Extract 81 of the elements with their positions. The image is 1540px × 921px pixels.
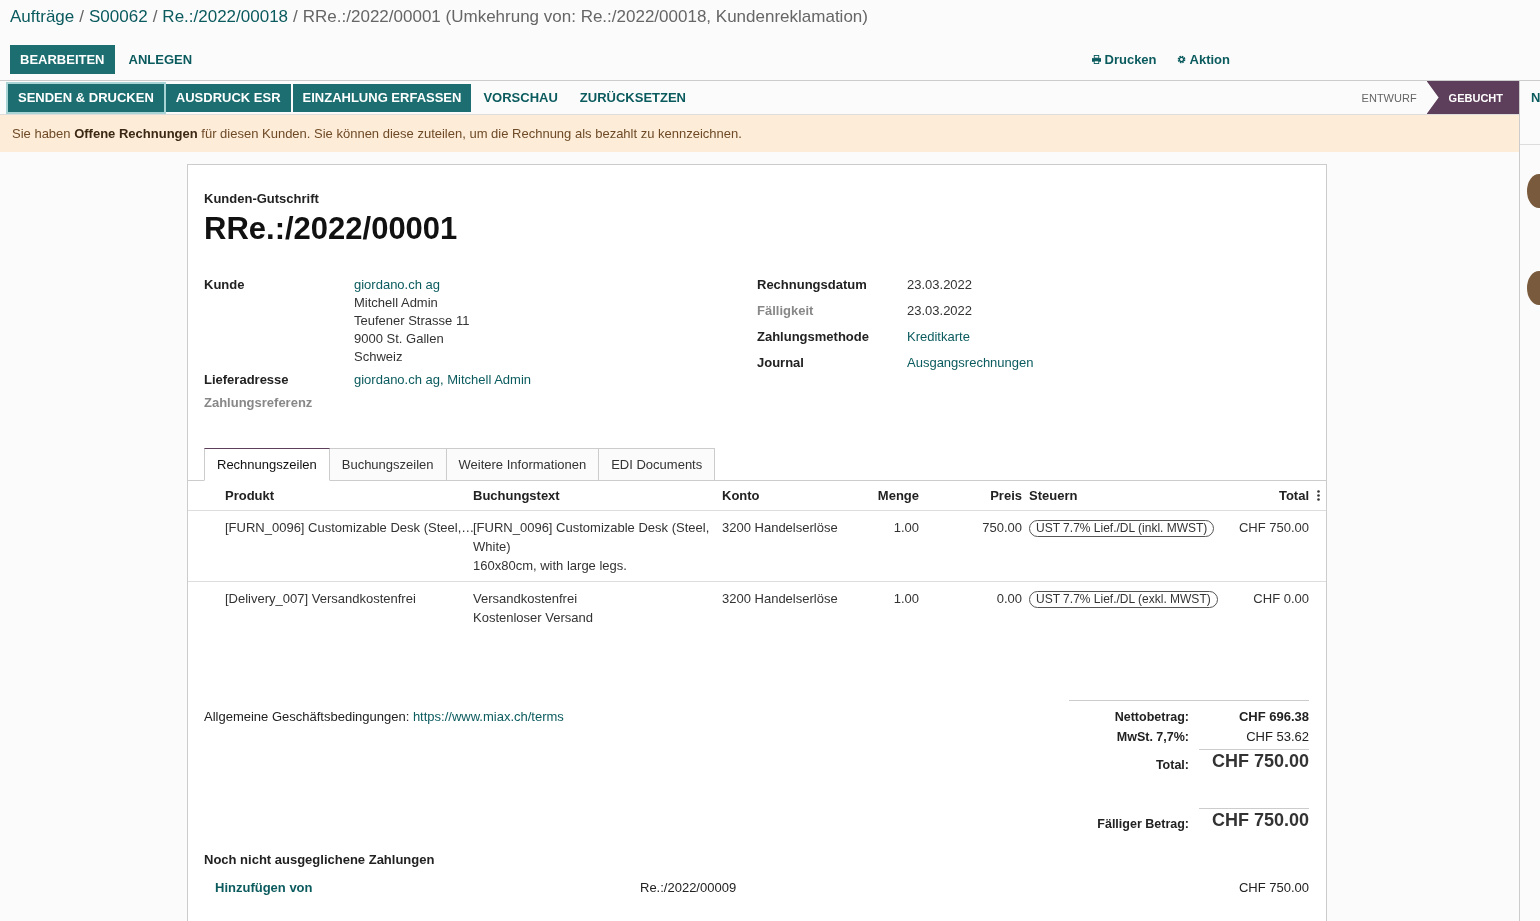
total-label: Total: <box>1154 758 1190 772</box>
table-cell-text: 1.00 <box>892 519 920 537</box>
table-cell-text: 3200 Handelserlöse <box>722 519 839 537</box>
field-value: Mitchell Admin <box>354 295 439 310</box>
create-button[interactable]: ANLEGEN <box>118 44 203 74</box>
breadcrumb-separator: / <box>293 7 298 27</box>
column-header[interactable]: Buchungstext <box>473 481 722 510</box>
payment-amount: CHF 750.00 <box>1237 880 1309 895</box>
terms-text: Allgemeine Geschäftsbedingungen: https://www.miax.ch/terms <box>204 709 564 724</box>
field-value: 23.03.2022 <box>907 303 973 318</box>
total-label: Fälliger Betrag: <box>1096 817 1190 831</box>
action-button[interactable]: EINZAHLUNG ERFASSEN <box>292 83 472 112</box>
table-cell-text: [FURN_0096] Customizable Desk (Steel,… <box>225 519 473 537</box>
add-link[interactable]: Hinzufügen von <box>215 880 640 895</box>
field-link[interactable]: giordano.ch ag <box>354 277 470 292</box>
field-value: Teufener Strasse 11 <box>354 313 470 328</box>
table-cell-text: 0.00 <box>995 590 1023 608</box>
field-link[interactable]: giordano.ch ag, Mitchell Admin <box>354 372 532 387</box>
tab[interactable]: Rechnungszeilen <box>204 448 330 481</box>
breadcrumb-separator: / <box>152 7 158 27</box>
column-header[interactable]: Konto <box>722 481 852 510</box>
section-title: Noch nicht ausgeglichene Zahlungen <box>203 852 436 867</box>
column-header[interactable]: Produkt <box>225 481 473 510</box>
breadcrumb-separator: / <box>79 7 84 27</box>
table-cell-text: Kostenloser Versand <box>473 609 594 627</box>
field-label: Journal <box>757 355 805 370</box>
breadcrumb-link[interactable]: Re.:/2022/00018 <box>162 7 289 27</box>
column-header[interactable]: Preis <box>925 481 1025 510</box>
table-cell-text: [Delivery_007] Versandkostenfrei <box>225 590 417 608</box>
total-value: CHF 696.38 <box>1237 709 1309 724</box>
table-cell-text: 160x80cm, with large legs. <box>473 557 628 575</box>
field-label: Zahlungsreferenz <box>204 395 314 410</box>
column-header[interactable]: Menge <box>852 481 925 510</box>
table-cell-text: CHF 750.00 <box>1237 519 1310 537</box>
kebab-icon[interactable] <box>1317 490 1320 501</box>
print-menu[interactable]: Drucken <box>1091 51 1157 67</box>
field-link[interactable]: Ausgangsrechnungen <box>907 355 1034 370</box>
field-value: 9000 St. Gallen <box>354 331 445 346</box>
action-button[interactable]: VORSCHAU <box>473 83 568 112</box>
gear-menu[interactable]: Aktion <box>1176 51 1230 67</box>
document-type: Kunden-Gutschrift <box>203 191 320 206</box>
status-step[interactable]: ENTWURF <box>1351 81 1427 114</box>
field-link[interactable]: Kreditkarte <box>907 329 970 344</box>
breadcrumb-link[interactable]: S00062 <box>89 7 148 27</box>
table-cell-text: [FURN_0096] Customizable Desk (Steel, White) <box>473 519 711 556</box>
document-number: RRe.:/2022/00001 <box>203 211 459 247</box>
total-value: CHF 53.62 <box>1245 729 1309 744</box>
tab[interactable]: EDI Documents <box>599 448 716 481</box>
action-button[interactable]: AUSDRUCK ESR <box>165 83 291 112</box>
field-label: Zahlungsmethode <box>757 329 870 344</box>
print-icon <box>1091 54 1101 64</box>
action-button[interactable]: ZURÜCKSETZEN <box>569 83 696 112</box>
field-label: Fälligkeit <box>757 303 815 318</box>
column-header[interactable]: Total <box>1215 481 1313 510</box>
action-button[interactable]: SENDEN & DRUCKEN <box>8 83 164 112</box>
terms-link[interactable]: https://www.miax.ch/terms <box>412 709 564 724</box>
edit-button[interactable]: BEARBEITEN <box>10 44 115 74</box>
tab[interactable]: Buchungszeilen <box>329 448 447 481</box>
field-label: Rechnungsdatum <box>757 277 868 292</box>
total-value: CHF 750.00 <box>1199 749 1309 772</box>
table-cell-text: Versandkostenfrei <box>473 590 579 608</box>
tab[interactable]: Weitere Informationen <box>446 448 600 481</box>
status-step[interactable]: GEBUCHT <box>1426 81 1519 114</box>
column-header[interactable]: Steuern <box>1025 481 1215 510</box>
table-cell-text: 750.00 <box>981 519 1023 537</box>
table-cell-text: 3200 Handelserlöse <box>722 590 839 608</box>
total-value: CHF 750.00 <box>1199 808 1309 831</box>
payment-reference: Re.:/2022/00009 <box>640 880 738 895</box>
page-title: RRe.:/2022/00001 (Umkehrung von: Re.:/2022/00018, Kundenreklamation) <box>302 7 868 27</box>
field-value: 23.03.2022 <box>907 277 973 292</box>
total-label: MwSt. 7,7%: <box>1115 730 1190 744</box>
total-label: Nettobetrag: <box>1113 710 1190 724</box>
field-label: Lieferadresse <box>204 372 290 387</box>
gear-icon <box>1176 54 1186 64</box>
breadcrumb-link[interactable]: Aufträge <box>10 7 75 27</box>
alert-message: Sie haben Offene Rechnungen für diesen Kunden. Sie können diese zuteilen, um die Rechnung als bezahlt zu kennzeichnen. <box>0 115 1519 152</box>
table-cell-text: CHF 0.00 <box>1252 590 1310 608</box>
chatter-tab[interactable]: N <box>1520 81 1540 145</box>
table-cell-text: 1.00 <box>892 590 920 608</box>
field-label: Kunde <box>204 277 246 294</box>
field-value: Schweiz <box>354 349 404 364</box>
